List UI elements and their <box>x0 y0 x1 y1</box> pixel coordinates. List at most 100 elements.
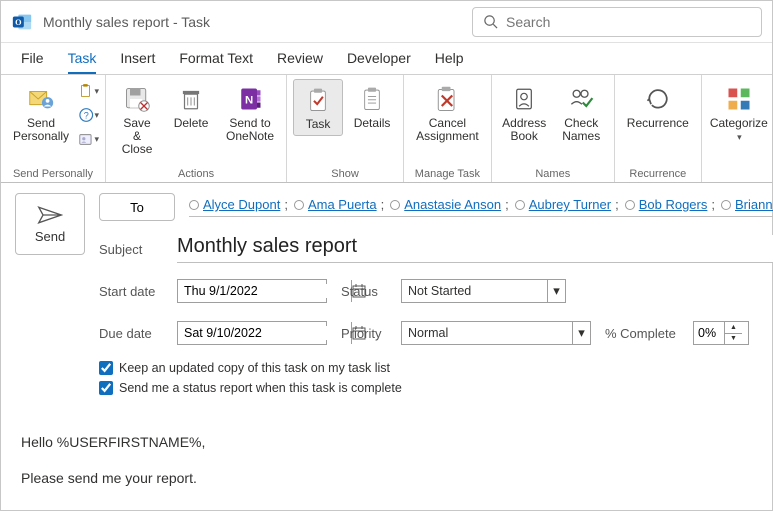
send-onenote-button[interactable]: N Send to OneNote <box>220 79 280 147</box>
presence-dot <box>390 200 400 210</box>
send-button[interactable]: Send <box>15 193 85 255</box>
stepper-up[interactable]: ▲ <box>725 322 742 334</box>
percent-complete-input[interactable] <box>694 326 724 340</box>
cancel-assignment-button[interactable]: Cancel Assignment <box>410 79 485 147</box>
tab-file[interactable]: File <box>9 44 56 74</box>
due-date-input[interactable] <box>178 326 351 340</box>
status-select[interactable]: Not Started ▾ <box>401 279 566 303</box>
group-label-recurrence: Recurrence <box>621 166 695 180</box>
group-label-send-personally: Send Personally <box>7 166 99 180</box>
search-input[interactable] <box>506 14 751 30</box>
task-view-button[interactable]: Task <box>293 79 343 136</box>
details-label: Details <box>354 117 391 130</box>
svg-text:?: ? <box>84 111 89 121</box>
check-names-button[interactable]: Check Names <box>555 79 608 147</box>
categorize-button[interactable]: Categorize▾ <box>708 79 770 148</box>
address-book-button[interactable]: Address Book <box>498 79 551 147</box>
priority-select[interactable]: Normal ▾ <box>401 321 591 345</box>
clipboard-cancel-icon <box>431 83 463 115</box>
help-icon[interactable]: ?▾ <box>79 105 99 125</box>
title-bar: O Monthly sales report - Task <box>1 1 772 43</box>
group-label-actions: Actions <box>112 166 280 180</box>
send-label: Send <box>35 229 65 244</box>
keep-copy-label: Keep an updated copy of this task on my … <box>119 361 390 375</box>
onenote-icon: N <box>234 83 266 115</box>
subject-input[interactable] <box>177 235 773 263</box>
window-title: Monthly sales report - Task <box>43 14 210 30</box>
send-personally-button[interactable]: Send Personally <box>7 79 75 147</box>
tab-format-text[interactable]: Format Text <box>167 44 265 74</box>
body-line-1: Hello %USERFIRSTNAME%, <box>21 431 752 453</box>
group-send-personally: Send Personally ▾ ?▾ ▾ Send Personally <box>1 75 106 182</box>
start-date-label: Start date <box>99 284 163 299</box>
body-line-2: Please send me your report. <box>21 467 752 489</box>
recipient-chip[interactable]: Anastasie Anson; <box>390 197 510 212</box>
chevron-down-icon[interactable]: ▾ <box>572 322 590 344</box>
group-manage-task: Cancel Assignment Manage Task <box>404 75 492 182</box>
keep-copy-checkbox[interactable] <box>99 361 113 375</box>
recipient-chip[interactable]: Brianne Davison; <box>721 197 773 212</box>
tab-review[interactable]: Review <box>265 44 335 74</box>
send-personally-label: Send Personally <box>13 117 69 143</box>
ribbon: Send Personally ▾ ?▾ ▾ Send Personally S… <box>1 75 772 183</box>
recipient-chip[interactable]: Aubrey Turner; <box>515 197 621 212</box>
status-report-checkbox[interactable] <box>99 381 113 395</box>
svg-text:N: N <box>245 94 253 106</box>
paste-icon[interactable]: ▾ <box>79 81 99 101</box>
start-date-field[interactable] <box>177 279 327 303</box>
recipient-name: Ama Puerta <box>308 197 377 212</box>
recipient-chip[interactable]: Bob Rogers; <box>625 197 717 212</box>
recipient-name: Aubrey Turner <box>529 197 611 212</box>
recipients-field[interactable]: Alyce Dupont; Ama Puerta; Anastasie Anson;… <box>189 197 773 217</box>
send-icon <box>37 205 63 225</box>
start-date-input[interactable] <box>178 284 351 298</box>
clipboard-details-icon <box>356 83 388 115</box>
presence-dot <box>625 200 635 210</box>
tab-developer[interactable]: Developer <box>335 44 423 74</box>
priority-value: Normal <box>402 326 454 340</box>
presence-dot <box>515 200 525 210</box>
chevron-down-icon[interactable]: ▾ <box>547 280 565 302</box>
search-box[interactable] <box>472 7 762 37</box>
details-button[interactable]: Details <box>347 79 397 134</box>
recurrence-icon <box>642 83 674 115</box>
group-label-names: Names <box>498 166 608 180</box>
clipboard-check-icon <box>302 84 334 116</box>
check-names-label: Check Names <box>561 117 602 143</box>
presence-dot <box>721 200 731 210</box>
recipient-chip[interactable]: Alyce Dupont; <box>189 197 290 212</box>
delete-label: Delete <box>174 117 209 130</box>
delete-button[interactable]: Delete <box>166 79 216 134</box>
presence-dot <box>294 200 304 210</box>
categorize-label: Categorize <box>710 116 768 130</box>
subject-label: Subject <box>99 242 163 257</box>
group-names: Address Book Check Names Names <box>492 75 615 182</box>
group-actions: Save & Close Delete N Send to OneNote Ac… <box>106 75 287 182</box>
categorize-icon <box>723 83 755 115</box>
to-button[interactable]: To <box>99 193 175 221</box>
status-value: Not Started <box>402 284 477 298</box>
svg-text:O: O <box>15 18 22 27</box>
onenote-label: Send to OneNote <box>226 117 274 143</box>
percent-complete-stepper[interactable]: ▲▼ <box>693 321 749 345</box>
recipient-name: Alyce Dupont <box>203 197 280 212</box>
recurrence-button[interactable]: Recurrence <box>621 79 695 134</box>
tab-help[interactable]: Help <box>423 44 476 74</box>
tab-task[interactable]: Task <box>56 44 109 74</box>
due-date-field[interactable] <box>177 321 327 345</box>
send-personally-icon <box>25 83 57 115</box>
presence-dot <box>189 200 199 210</box>
chevron-down-icon: ▾ <box>737 131 742 144</box>
message-body[interactable]: Hello %USERFIRSTNAME%, Please send me yo… <box>21 419 752 490</box>
stepper-down[interactable]: ▼ <box>725 334 742 345</box>
recipient-chip[interactable]: Ama Puerta; <box>294 197 386 212</box>
outlook-icon: O <box>11 11 33 33</box>
recipient-name: Bob Rogers <box>639 197 708 212</box>
status-report-label: Send me a status report when this task i… <box>119 381 402 395</box>
priority-label: Priority <box>341 326 387 341</box>
tab-insert[interactable]: Insert <box>108 44 167 74</box>
save-close-button[interactable]: Save & Close <box>112 79 162 160</box>
task-form: Send To Alyce Dupont; Ama Puerta; Anastasi… <box>1 183 772 419</box>
due-date-label: Due date <box>99 326 163 341</box>
contact-icon[interactable]: ▾ <box>79 129 99 149</box>
